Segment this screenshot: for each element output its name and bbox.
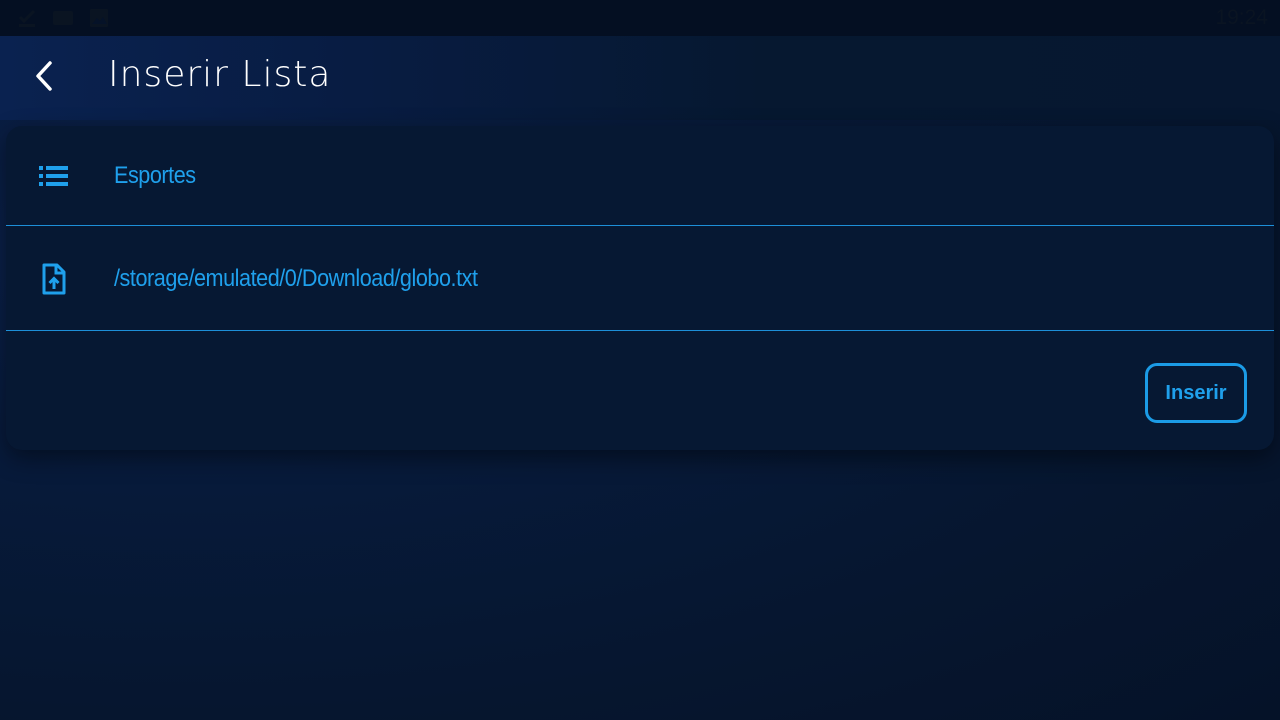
back-button[interactable] [24, 58, 64, 98]
list-icon [38, 160, 70, 192]
file-path-field[interactable]: /storage/emulated/0/Download/globo.txt [6, 227, 1274, 331]
list-name-field[interactable]: Esportes [6, 126, 1274, 226]
app-bar: Inserir Lista [0, 36, 1280, 120]
insert-list-form: Esportes /storage/emulated/0/Download/gl… [6, 126, 1274, 450]
page-title: Inserir Lista [108, 54, 332, 95]
insert-button[interactable]: Inserir [1145, 363, 1247, 423]
list-name-value: Esportes [114, 161, 196, 189]
notification-icons [16, 7, 110, 29]
clock: 19:24 [1215, 6, 1268, 29]
file-path-value: /storage/emulated/0/Download/globo.txt [114, 264, 478, 292]
back-arrow-icon [32, 60, 56, 97]
status-bar: 19:24 [0, 0, 1280, 36]
image-icon [88, 7, 110, 29]
file-upload-icon [38, 263, 70, 295]
download-done-icon [16, 7, 38, 29]
message-icon [52, 7, 74, 29]
